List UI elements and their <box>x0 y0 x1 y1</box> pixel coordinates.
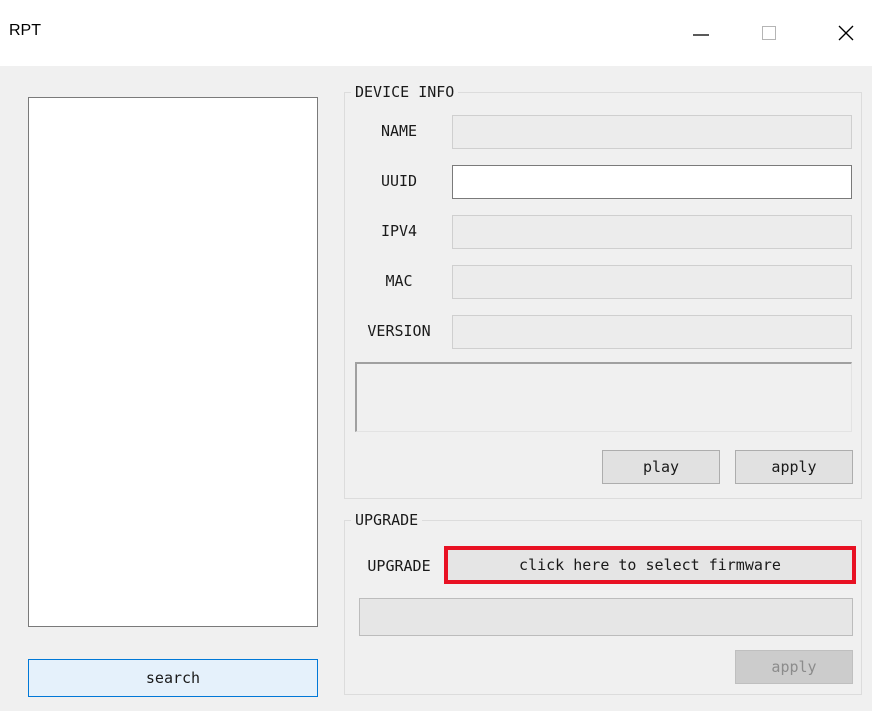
uuid-label: UUID <box>380 172 418 190</box>
close-button[interactable] <box>821 6 871 60</box>
name-label: NAME <box>380 122 418 140</box>
device-info-group: DEVICE INFO NAME UUID IPV4 MAC VERSION p… <box>344 82 862 499</box>
select-firmware-button[interactable]: click here to select firmware <box>444 546 856 584</box>
log-textarea[interactable] <box>355 362 852 432</box>
search-button[interactable]: search <box>28 659 318 697</box>
upgrade-group: UPGRADE UPGRADE click here to select fir… <box>344 510 862 695</box>
play-button[interactable]: play <box>602 450 720 484</box>
client-area: search DEVICE INFO NAME UUID IPV4 MAC VE… <box>0 66 872 711</box>
upgrade-row-label: UPGRADE <box>367 557 431 575</box>
version-label: VERSION <box>367 322 431 340</box>
ipv4-label: IPV4 <box>380 222 418 240</box>
mac-label: MAC <box>385 272 413 290</box>
window-title: RPT <box>9 22 41 39</box>
device-info-title: DEVICE INFO <box>351 82 459 102</box>
version-field[interactable] <box>452 315 852 349</box>
title-bar: RPT <box>0 0 872 66</box>
close-icon <box>838 25 854 41</box>
minimize-icon <box>693 34 709 36</box>
maximize-button[interactable] <box>744 6 794 60</box>
upgrade-group-title: UPGRADE <box>351 510 423 530</box>
name-field[interactable] <box>452 115 852 149</box>
upgrade-progress-bar <box>359 598 853 636</box>
ipv4-field[interactable] <box>452 215 852 249</box>
device-list[interactable] <box>28 97 318 627</box>
upgrade-apply-button: apply <box>735 650 853 684</box>
minimize-button[interactable] <box>676 6 726 60</box>
device-apply-button[interactable]: apply <box>735 450 853 484</box>
maximize-icon <box>762 26 776 40</box>
mac-field[interactable] <box>452 265 852 299</box>
uuid-field[interactable] <box>452 165 852 199</box>
